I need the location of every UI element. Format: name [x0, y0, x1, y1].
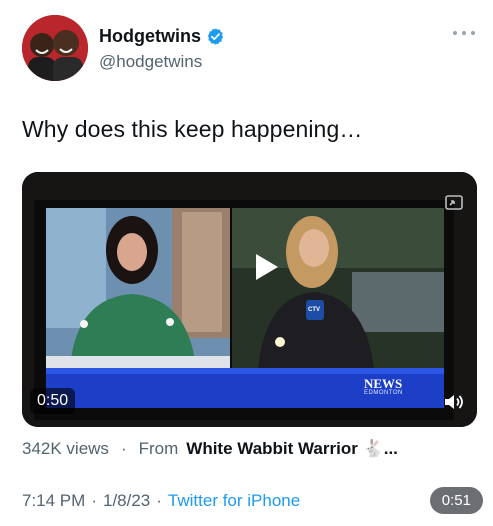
tweet-date[interactable]: 1/8/23	[103, 491, 150, 511]
video-duration-badge: 0:50	[30, 388, 76, 414]
from-label: From	[138, 439, 179, 458]
author-name[interactable]: Hodgetwins	[99, 26, 201, 47]
picture-in-picture-icon[interactable]	[443, 192, 465, 214]
tv-sub-label: EDMONTON	[364, 390, 403, 396]
tweet-time[interactable]: 7:14 PM	[22, 491, 85, 511]
view-count: 342K views	[22, 439, 109, 458]
floating-duration-badge: 0:51	[429, 487, 483, 514]
footer-separator: ·	[91, 491, 97, 510]
tweet-card: Hodgetwins @hodgetwins Why does this kee…	[0, 0, 493, 526]
play-icon[interactable]	[248, 250, 282, 284]
more-options-icon[interactable]	[453, 28, 475, 38]
video-frame	[22, 172, 477, 427]
video-player[interactable]: NEWS EDMONTON CTV 0:50	[22, 172, 477, 427]
verified-badge-icon	[207, 28, 224, 45]
source-account-link[interactable]: White Wabbit Warrior 🐇...	[186, 439, 398, 459]
video-meta-row: 342K views · From White Wabbit Warrior 🐇…	[22, 439, 398, 459]
tweet-source-link[interactable]: Twitter for iPhone	[168, 491, 300, 511]
footer-separator: ·	[156, 491, 162, 510]
tweet-text: Why does this keep happening…	[22, 116, 363, 142]
volume-icon[interactable]	[441, 390, 465, 414]
avatar[interactable]	[22, 15, 88, 81]
meta-separator: ·	[120, 439, 127, 458]
mic-label: CTV	[308, 307, 320, 313]
author-name-row[interactable]: Hodgetwins	[99, 26, 225, 47]
author-handle[interactable]: @hodgetwins	[99, 52, 202, 72]
tweet-footer: 7:14 PM · 1/8/23 · Twitter for iPhone	[22, 491, 300, 511]
